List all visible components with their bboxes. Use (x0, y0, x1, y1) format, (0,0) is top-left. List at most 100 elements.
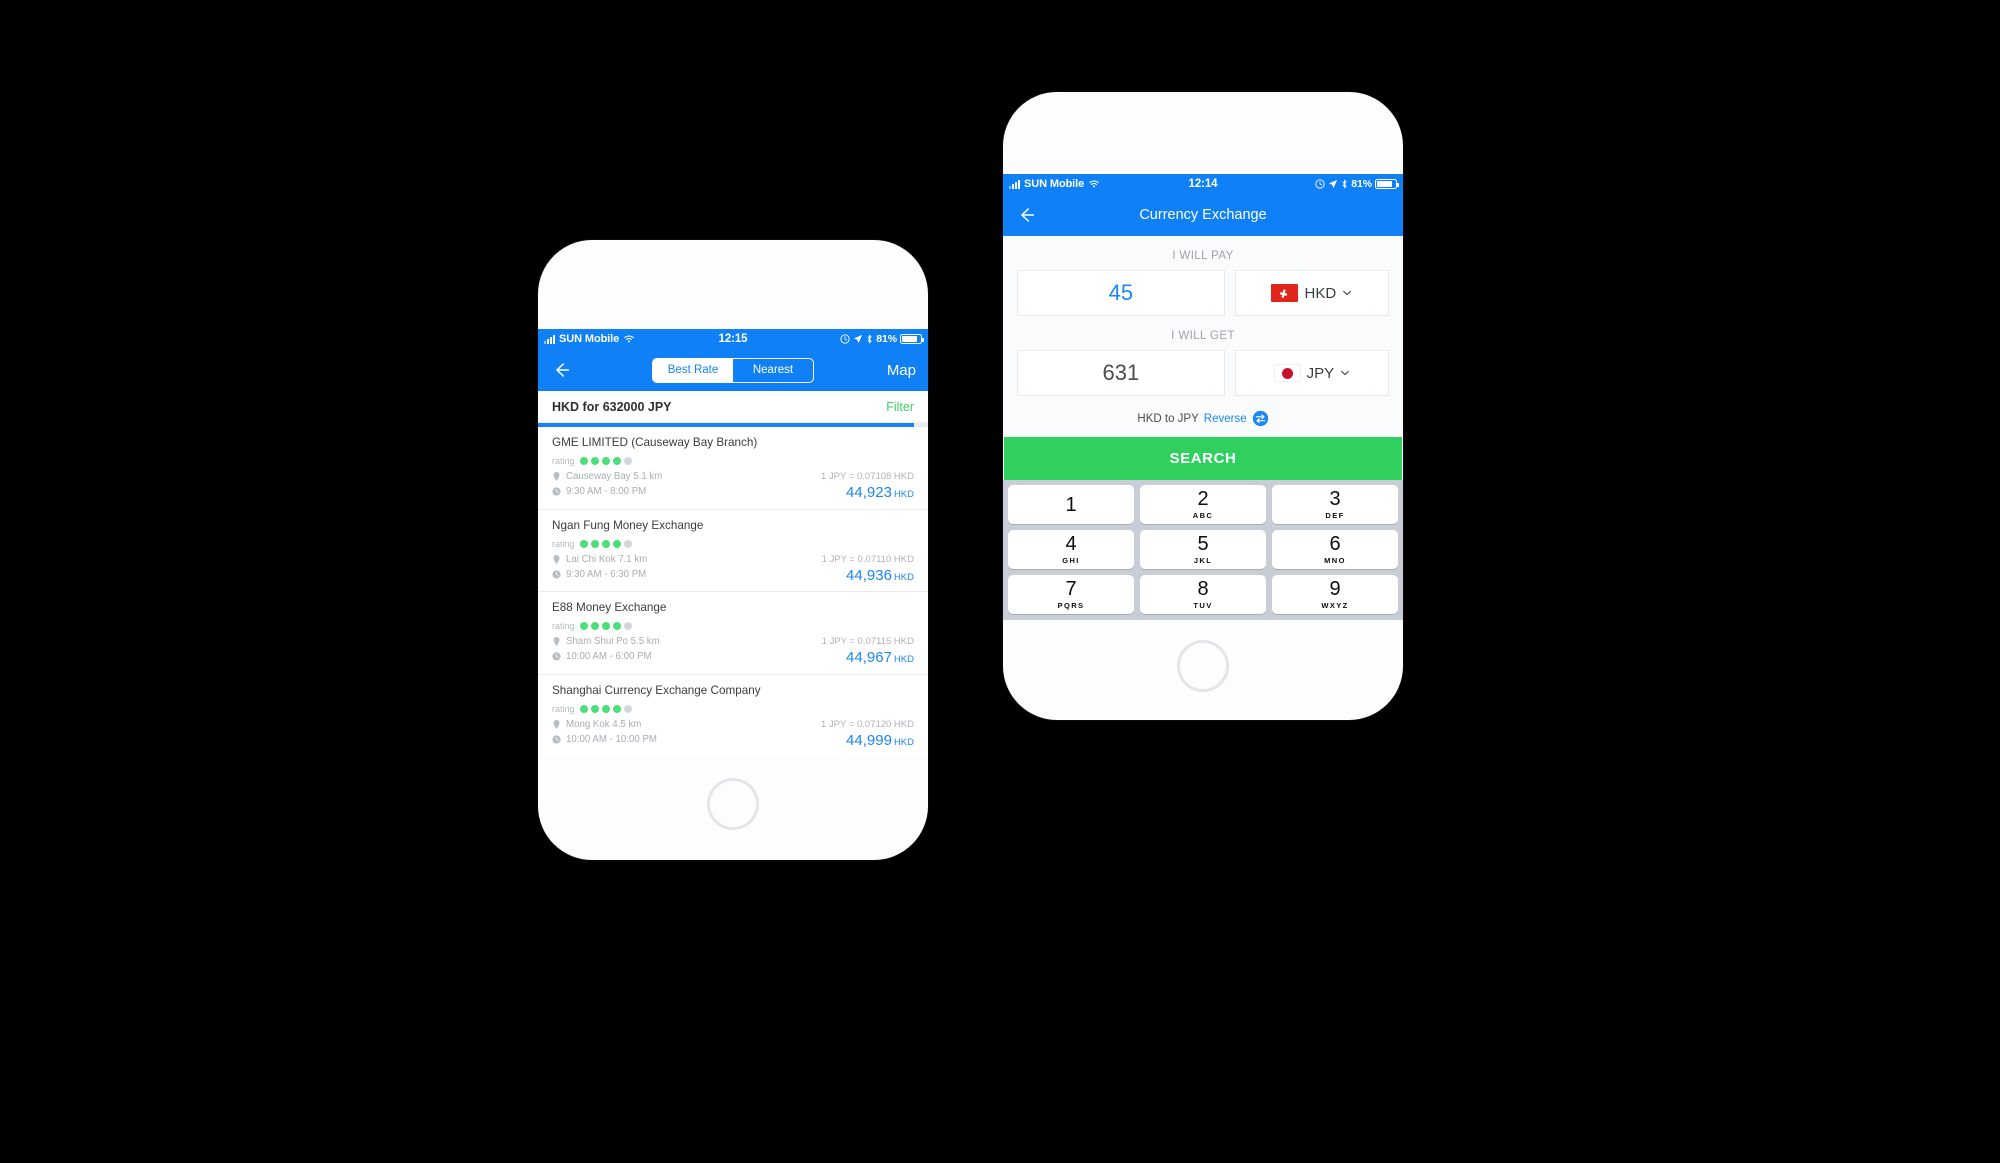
filter-button[interactable]: Filter (886, 400, 914, 414)
merchant-location: Sham Shui Po 5.5 km (566, 636, 660, 648)
phone-screen-left: SUN Mobile 12:15 81% Best Rate Nearest M… (538, 329, 928, 757)
location-pin-icon (553, 637, 560, 647)
table-row[interactable]: Ngan Fung Money Exchange rating Lai Chi … (538, 510, 928, 593)
numeric-keypad: 1 2 ABC 3 DEF 4 GHI 5 JKL 6 MNO 7 PQRS 8 TUV 9W… (1003, 480, 1403, 620)
location-pin-icon (553, 471, 560, 481)
clock-icon (552, 652, 561, 662)
get-row: 631 JPY (1003, 350, 1403, 396)
battery-icon (900, 334, 925, 344)
back-arrow-icon[interactable] (550, 359, 572, 381)
clock-icon (552, 735, 561, 744)
result-currency: HKD (893, 488, 914, 500)
key-1[interactable]: 1 (1008, 485, 1134, 524)
home-button[interactable] (1177, 640, 1229, 692)
rating-label: rating (552, 455, 575, 466)
result-amount: 44,967 (846, 649, 892, 667)
key-7[interactable]: 7 PQRS (1008, 575, 1134, 614)
exchange-rate: 1 JPY = 0.07115 HKD (821, 636, 914, 648)
phone-screen-right: SUN Mobile 12:14 81% Currency Exchange I… (1003, 174, 1403, 620)
table-row[interactable]: Shanghai Currency Exchange Company ratin… (538, 675, 928, 757)
merchant-name: E88 Money Exchange (552, 601, 667, 615)
key-digit: 4 (1065, 533, 1077, 555)
pay-section-label: I WILL PAY (1172, 250, 1234, 262)
rating-indicator: rating (552, 456, 914, 466)
segment-best-rate[interactable]: Best Rate (653, 358, 733, 382)
key-letters: DEF (1325, 511, 1345, 520)
pay-amount-input[interactable]: 45 (1017, 270, 1225, 316)
merchant-hours: 9:30 AM - 6:30 PM (566, 568, 647, 580)
back-arrow-icon[interactable] (1015, 204, 1037, 226)
navigation-bar-right: Currency Exchange (1003, 194, 1403, 236)
key-letters: WXYZ (1321, 601, 1349, 610)
result-currency: HKD (893, 737, 914, 749)
wifi-icon (624, 335, 634, 343)
get-currency-code: JPY (1306, 364, 1335, 382)
key-letters: ABC (1192, 511, 1214, 520)
battery-percent-label: 81% (1351, 178, 1373, 190)
segment-nearest[interactable]: Nearest (733, 359, 813, 382)
key-digit: 6 (1329, 533, 1341, 555)
exchange-results-list: GME LIMITED (Causeway Bay Branch) rating… (538, 427, 928, 757)
get-amount-input[interactable]: 631 (1017, 350, 1225, 396)
key-letters: JKL (1193, 556, 1213, 565)
key-8[interactable]: 8 TUV (1140, 575, 1266, 614)
key-4[interactable]: 4 GHI (1008, 530, 1134, 569)
get-amount-value: 631 (1102, 360, 1140, 385)
merchant-location: Mong Kok 4.5 km (566, 719, 642, 731)
key-6[interactable]: 6 MNO (1272, 530, 1398, 569)
map-link[interactable]: Map (887, 362, 916, 379)
home-button[interactable] (707, 778, 759, 830)
query-summary-label: HKD for 632000 JPY (552, 399, 672, 414)
alarm-icon (1315, 179, 1325, 189)
carrier-label: SUN Mobile (559, 333, 620, 345)
rating-label: rating (552, 704, 575, 715)
search-button[interactable]: SEARCH (1004, 437, 1402, 480)
clock-icon (552, 487, 561, 496)
key-3[interactable]: 3 DEF (1272, 485, 1398, 524)
key-5[interactable]: 5 JKL (1140, 530, 1266, 569)
merchant-name: Shanghai Currency Exchange Company (552, 684, 761, 698)
merchant-hours: 10:00 AM - 6:00 PM (566, 651, 652, 663)
reverse-button[interactable]: Reverse (1204, 413, 1247, 425)
navigation-bar-left: Best Rate Nearest Map (538, 349, 928, 391)
result-amount: 44,923 (846, 483, 892, 501)
key-letters: PQRS (1057, 601, 1085, 610)
rating-indicator: rating (552, 621, 914, 631)
clock-label: 12:14 (1188, 178, 1218, 190)
pay-currency-selector[interactable]: HKD (1234, 270, 1389, 316)
currency-pair-label: HKD to JPY (1137, 412, 1199, 425)
key-digit: 8 (1197, 578, 1209, 600)
key-letters: TUV (1193, 601, 1213, 610)
alarm-icon (840, 334, 850, 344)
merchant-hours: 9:30 AM - 8:00 PM (566, 485, 647, 497)
key-2[interactable]: 2 ABC (1140, 485, 1266, 524)
signal-bars-icon (1009, 179, 1020, 189)
get-currency-selector[interactable]: JPY (1234, 350, 1389, 396)
rating-indicator: rating (552, 539, 914, 549)
sort-segmented-control[interactable]: Best Rate Nearest (652, 357, 814, 383)
table-row[interactable]: E88 Money Exchange rating Sham Shui Po 5… (538, 592, 928, 676)
signal-bars-icon (544, 334, 555, 344)
get-section-label: I WILL GET (1171, 330, 1235, 342)
key-9[interactable]: 9 WXYZ (1272, 575, 1398, 614)
currency-converter-body: I WILL PAY 45 HKD I WILL GET 631 JPY HKD… (1003, 236, 1403, 620)
merchant-name: Ngan Fung Money Exchange (552, 518, 704, 532)
status-bar-right: SUN Mobile 12:14 81% (1003, 174, 1403, 194)
location-arrow-icon (854, 334, 863, 344)
table-row[interactable]: GME LIMITED (Causeway Bay Branch) rating… (538, 427, 928, 510)
merchant-location: Lai Chi Kok 7.1 km (566, 553, 648, 565)
wifi-icon (1089, 180, 1099, 188)
clock-icon (552, 570, 561, 579)
result-amount: 44,936 (846, 566, 892, 584)
location-pin-icon (553, 720, 560, 730)
reverse-swap-icon[interactable] (1252, 410, 1269, 427)
merchant-hours: 10:00 AM - 10:00 PM (566, 734, 658, 746)
key-digit: 3 (1329, 488, 1341, 510)
pay-amount-value: 45 (1108, 280, 1134, 305)
phone-device-left: SUN Mobile 12:15 81% Best Rate Nearest M… (538, 240, 928, 860)
rating-label: rating (552, 538, 575, 549)
exchange-rate: 1 JPY = 0.07120 HKD (820, 719, 914, 731)
merchant-name: GME LIMITED (Causeway Bay Branch) (552, 436, 758, 449)
pay-currency-code: HKD (1304, 284, 1337, 302)
chevron-down-icon (1341, 370, 1349, 376)
